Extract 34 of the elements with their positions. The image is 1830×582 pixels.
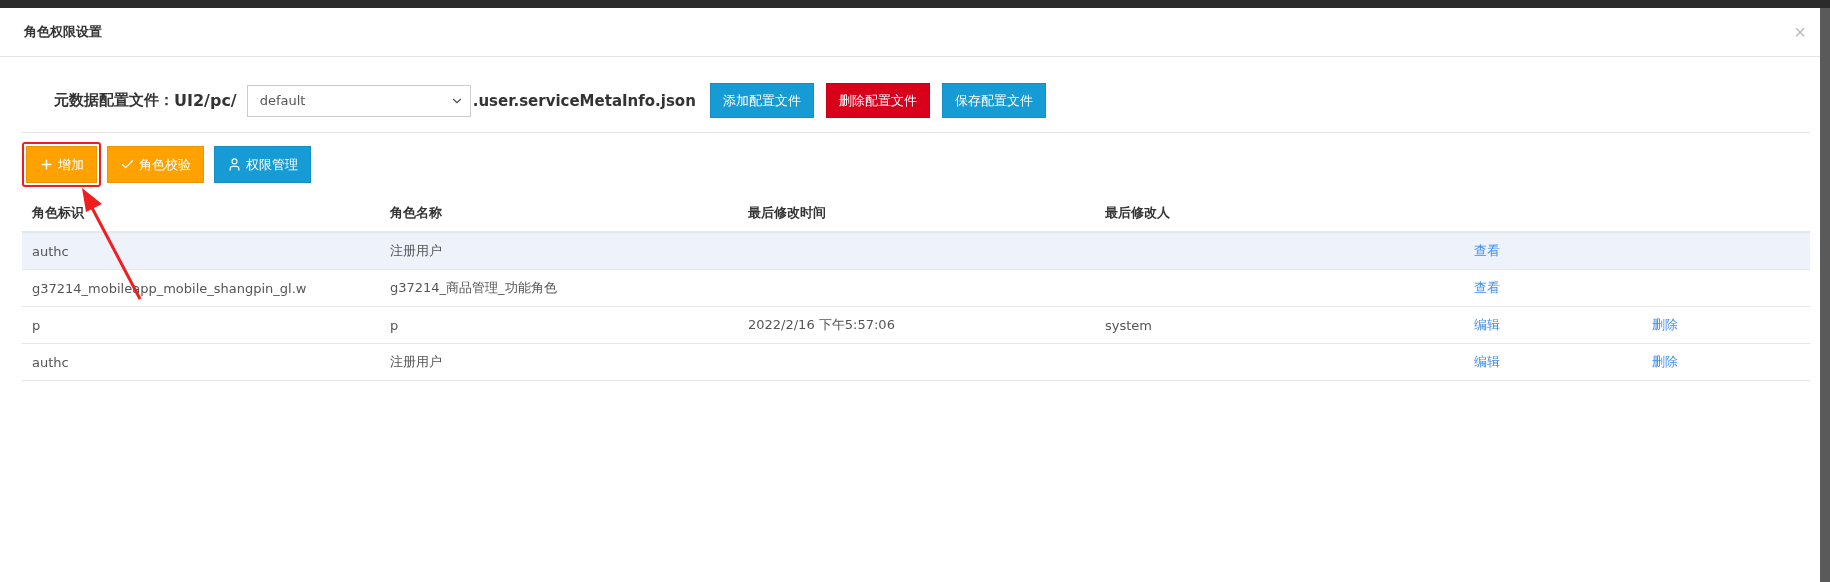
action-link[interactable]: 删除 <box>1642 353 1678 371</box>
config-button[interactable]: 添加配置文件 <box>709 83 814 118</box>
table-cell-text: system <box>1104 317 1153 333</box>
column-header: 角色名称 <box>389 204 443 222</box>
config-select[interactable]: default <box>246 84 471 117</box>
action-link[interactable]: 编辑 <box>1464 353 1500 371</box>
toolbar-button[interactable]: 增加 <box>26 146 97 183</box>
user-icon <box>227 157 242 172</box>
toolbar-button[interactable]: 角色校验 <box>107 146 204 183</box>
dialog-title: 角色权限设置 <box>24 23 102 41</box>
table-cell-text: authc <box>31 243 70 259</box>
path-suffix: .user.serviceMetaInfo.json <box>472 91 696 110</box>
action-link[interactable]: 查看 <box>1464 279 1500 297</box>
toolbar-button[interactable]: 权限管理 <box>214 146 311 183</box>
table-cell-text: authc <box>31 354 70 370</box>
action-link[interactable]: 编辑 <box>1464 316 1500 334</box>
config-button[interactable]: 删除配置文件 <box>825 83 930 118</box>
column-header: 最后修改时间 <box>747 204 827 222</box>
table-cell-text: 2022/2/16 下午5:57:06 <box>747 316 896 334</box>
table-row[interactable]: authc 注册用户 查看 <box>22 233 1810 270</box>
table-cell-text: p <box>31 317 42 333</box>
config-label: 元数据配置文件： <box>54 91 174 110</box>
config-button[interactable]: 保存配置文件 <box>941 83 1046 118</box>
action-link[interactable]: 删除 <box>1642 316 1678 334</box>
table-cell-text: 注册用户 <box>389 353 443 371</box>
path-prefix: UI2/pc/ <box>174 91 237 110</box>
column-header: 最后修改人 <box>1104 204 1171 222</box>
table-cell-text: g37214_商品管理_功能角色 <box>389 279 558 297</box>
plus-icon <box>39 157 54 172</box>
action-link[interactable]: 查看 <box>1464 242 1500 260</box>
table-cell-text: p <box>389 317 400 333</box>
table-cell-text: 注册用户 <box>389 242 443 260</box>
column-header: 角色标识 <box>31 204 85 222</box>
close-button[interactable]: × <box>1794 20 1806 44</box>
